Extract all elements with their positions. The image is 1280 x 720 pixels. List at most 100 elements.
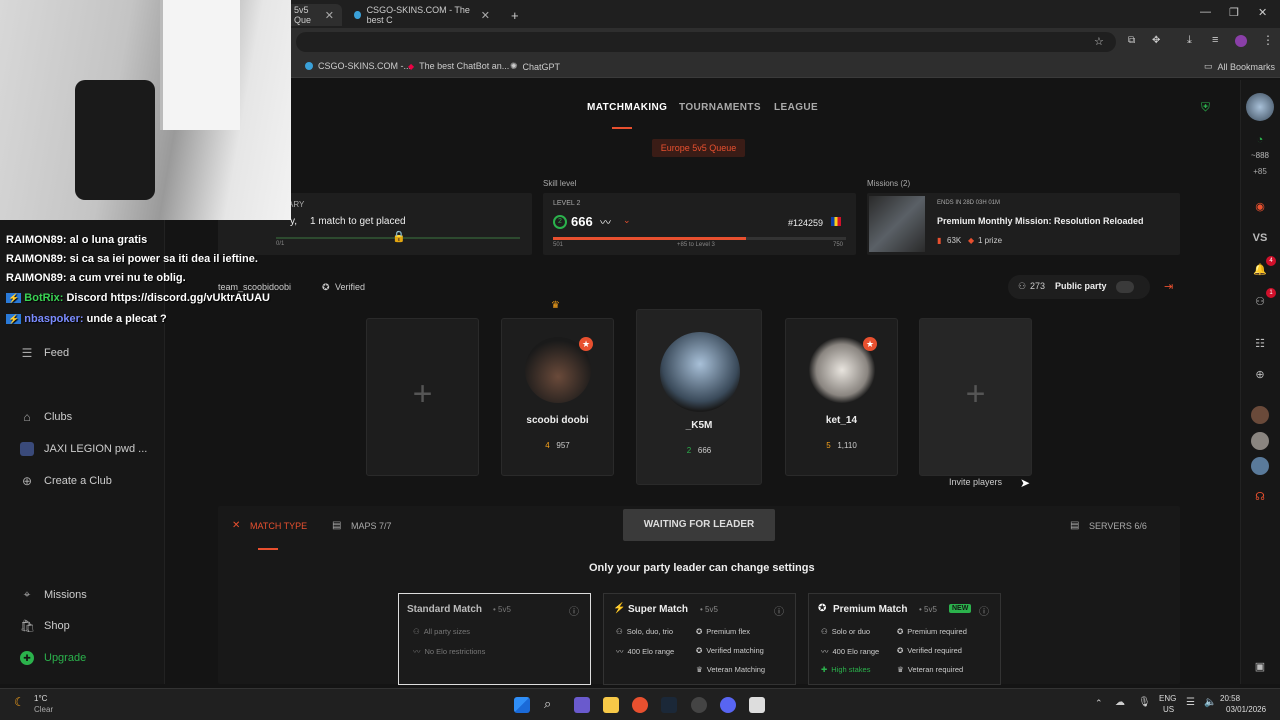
sidebar-item-label: Missions — [44, 588, 87, 601]
minimize-icon[interactable]: — — [1200, 6, 1211, 18]
chrome-icon[interactable] — [632, 697, 648, 713]
app-icon[interactable] — [749, 697, 765, 713]
leader-note: Only your party leader can change settin… — [589, 562, 815, 574]
invite-slot[interactable]: + — [919, 318, 1032, 476]
skill-min: 501 — [553, 242, 564, 248]
leave-party-icon[interactable]: ⇥ — [1164, 280, 1173, 293]
settings-gear-icon[interactable] — [691, 697, 707, 713]
volume-icon[interactable]: 🔈 — [1204, 697, 1216, 708]
sidebar-item-create-club[interactable]: ⊕ Create a Club — [20, 474, 112, 488]
close-icon[interactable]: ✕ — [481, 9, 490, 22]
skill-panel[interactable]: LEVEL 2 2 666 〰 ⌄ #124259 501 +85 to Lev… — [543, 193, 856, 255]
tab-servers[interactable]: SERVERS 6/6 — [1089, 521, 1147, 531]
browser-tab[interactable]: CSGO-SKINS.COM - The best C ✕ — [346, 4, 498, 26]
sidebar-item-clubs[interactable]: ⌂ Clubs — [20, 410, 72, 424]
new-tab-button[interactable]: + — [503, 4, 523, 26]
clock-time[interactable]: 20:58 — [1220, 694, 1240, 703]
sidebar-item-shop[interactable]: 🛍 Shop — [20, 619, 70, 633]
all-bookmarks[interactable]: ▭ All Bookmarks — [1204, 61, 1275, 72]
address-bar[interactable] — [296, 32, 1116, 52]
wifi-icon[interactable]: ☰ — [1186, 697, 1195, 708]
bookmark-item[interactable]: ✺ ChatGPT — [510, 61, 560, 72]
mic-icon[interactable]: 🎙 — [1138, 697, 1151, 708]
match-type-premium[interactable]: ✪ Premium Match • 5v5 NEW ⓘ ⚇ Solo or duo… — [808, 593, 1001, 685]
waiting-for-leader-button[interactable]: WAITING FOR LEADER — [623, 509, 775, 541]
match-feature: 〰 400 Elo range — [821, 646, 879, 657]
cloud-icon[interactable]: ☁ — [1115, 697, 1125, 708]
player-elo-value: 666 — [697, 446, 712, 455]
tab-tournaments[interactable]: TOURNAMENTS — [679, 102, 761, 113]
chat-icon[interactable]: ▣ — [1241, 660, 1279, 673]
extension-icon[interactable]: ⧉ — [1128, 35, 1135, 46]
copilot-icon[interactable] — [574, 697, 590, 713]
player-card-scoobi[interactable]: ★ scoobi doobi 4 957 — [501, 318, 614, 476]
info-icon[interactable]: ⓘ — [774, 603, 784, 618]
friend-avatar[interactable] — [1251, 457, 1269, 475]
kebab-menu-icon[interactable]: ⋮ — [1262, 33, 1274, 47]
player-card-k5m[interactable]: _K5M 2 666 — [636, 309, 762, 485]
search-icon[interactable]: ⌕ — [544, 696, 551, 712]
match-type-super[interactable]: ⚡ Super Match • 5v5 ⓘ ⚇ Solo, duo, trio ✪… — [603, 593, 796, 685]
sidebar-item-feed[interactable]: ☰ Feed — [20, 346, 69, 360]
info-icon[interactable]: ⓘ — [979, 603, 989, 618]
maximize-icon[interactable]: ❐ — [1229, 6, 1239, 19]
star-icon[interactable]: ☆ — [1094, 35, 1104, 48]
level-icon: ◔ — [1256, 134, 1264, 146]
empty-slot[interactable]: + — [366, 318, 479, 476]
friend-avatar[interactable] — [1251, 432, 1269, 450]
skill-level-label: Skill level — [543, 179, 577, 188]
user-avatar[interactable] — [1246, 93, 1274, 121]
placement-range: 0/1 — [276, 241, 285, 247]
chevron-up-icon[interactable]: ⌃ — [1095, 698, 1103, 709]
trend-icon: 〰 — [413, 647, 421, 656]
party-count: 273 — [1030, 281, 1046, 291]
mission-panel[interactable]: ENDS IN 28D 03H 01M Premium Monthly Miss… — [867, 193, 1180, 255]
chat-text: a cum vrei nu te oblig. — [69, 272, 186, 284]
sidebar-item-club-jaxi[interactable]: JAXI LEGION pwd ... — [20, 442, 147, 456]
wallet-icon[interactable]: ◉ — [1241, 200, 1279, 213]
missions-label: Missions (2) — [867, 179, 911, 188]
bookmark-item[interactable]: ◆ The best ChatBot an... — [408, 61, 509, 71]
friend-avatar[interactable] — [1251, 406, 1269, 424]
windows-taskbar: ☾ 1°C Clear ⌕ ⌃ ☁ 🎙 ENG US ☰ 🔈 20:58 03/… — [0, 688, 1280, 720]
bookmark-item[interactable]: CSGO-SKINS.COM -... — [305, 61, 411, 71]
sidebar-item-upgrade[interactable]: ✚ Upgrade — [20, 651, 86, 665]
tab-league[interactable]: LEAGUE — [774, 102, 818, 113]
mission-reward-points: 63K — [947, 236, 962, 245]
windows-start-icon[interactable] — [514, 697, 530, 713]
queue-badge[interactable]: Europe 5v5 Queue — [652, 139, 745, 157]
chat-text: si ca sa iei power sa iti dea il ieftine… — [69, 253, 258, 265]
vs-button[interactable]: VS — [1241, 232, 1279, 244]
puzzle-icon[interactable]: ✥ — [1152, 35, 1160, 46]
sidebar-item-missions[interactable]: ⌖ Missions — [20, 587, 87, 602]
browser-tab-active[interactable]: 5v5 Que ✕ — [286, 4, 342, 26]
public-party-toggle[interactable] — [1116, 281, 1134, 293]
close-window-icon[interactable]: ✕ — [1258, 6, 1267, 19]
steam-icon[interactable] — [661, 697, 677, 713]
party-list-icon[interactable]: ☷ — [1241, 337, 1279, 350]
profile-avatar[interactable] — [1235, 35, 1247, 47]
mission-image — [869, 196, 925, 252]
badge-icon: ⚡ — [6, 314, 22, 324]
language-label[interactable]: ENG — [1159, 694, 1176, 703]
menu-list-icon[interactable]: ≡ — [1212, 34, 1218, 46]
sidebar-item-label: Create a Club — [44, 475, 112, 487]
close-icon[interactable]: ✕ — [325, 9, 334, 22]
file-explorer-icon[interactable] — [603, 697, 619, 713]
discord-icon[interactable] — [720, 697, 736, 713]
match-type-standard[interactable]: Standard Match • 5v5 ⓘ ⚇ All party sizes … — [398, 593, 591, 685]
download-icon[interactable]: ⤓ — [1187, 34, 1192, 47]
invite-players-label[interactable]: Invite players — [949, 477, 1002, 487]
support-headset-icon[interactable]: ☊ — [1241, 490, 1279, 503]
player-card-ket[interactable]: ★ ket_14 5 1,110 — [785, 318, 898, 476]
tab-matchmaking[interactable]: MATCHMAKING — [587, 102, 667, 113]
premium-icon: ✪ — [696, 627, 703, 636]
tab-match-type[interactable]: MATCH TYPE — [250, 521, 307, 531]
webcam-overlay — [0, 0, 291, 220]
tab-maps[interactable]: MAPS 7/7 — [351, 521, 392, 531]
chat-message: ⚡ BotRix: Discord https://discord.gg/vUk… — [6, 292, 270, 304]
bookmark-label: ChatGPT — [522, 61, 561, 72]
shield-icon[interactable]: ⛨ — [1201, 100, 1210, 115]
add-friend-icon[interactable]: ⊕ — [1241, 368, 1279, 381]
info-icon[interactable]: ⓘ — [569, 603, 579, 618]
